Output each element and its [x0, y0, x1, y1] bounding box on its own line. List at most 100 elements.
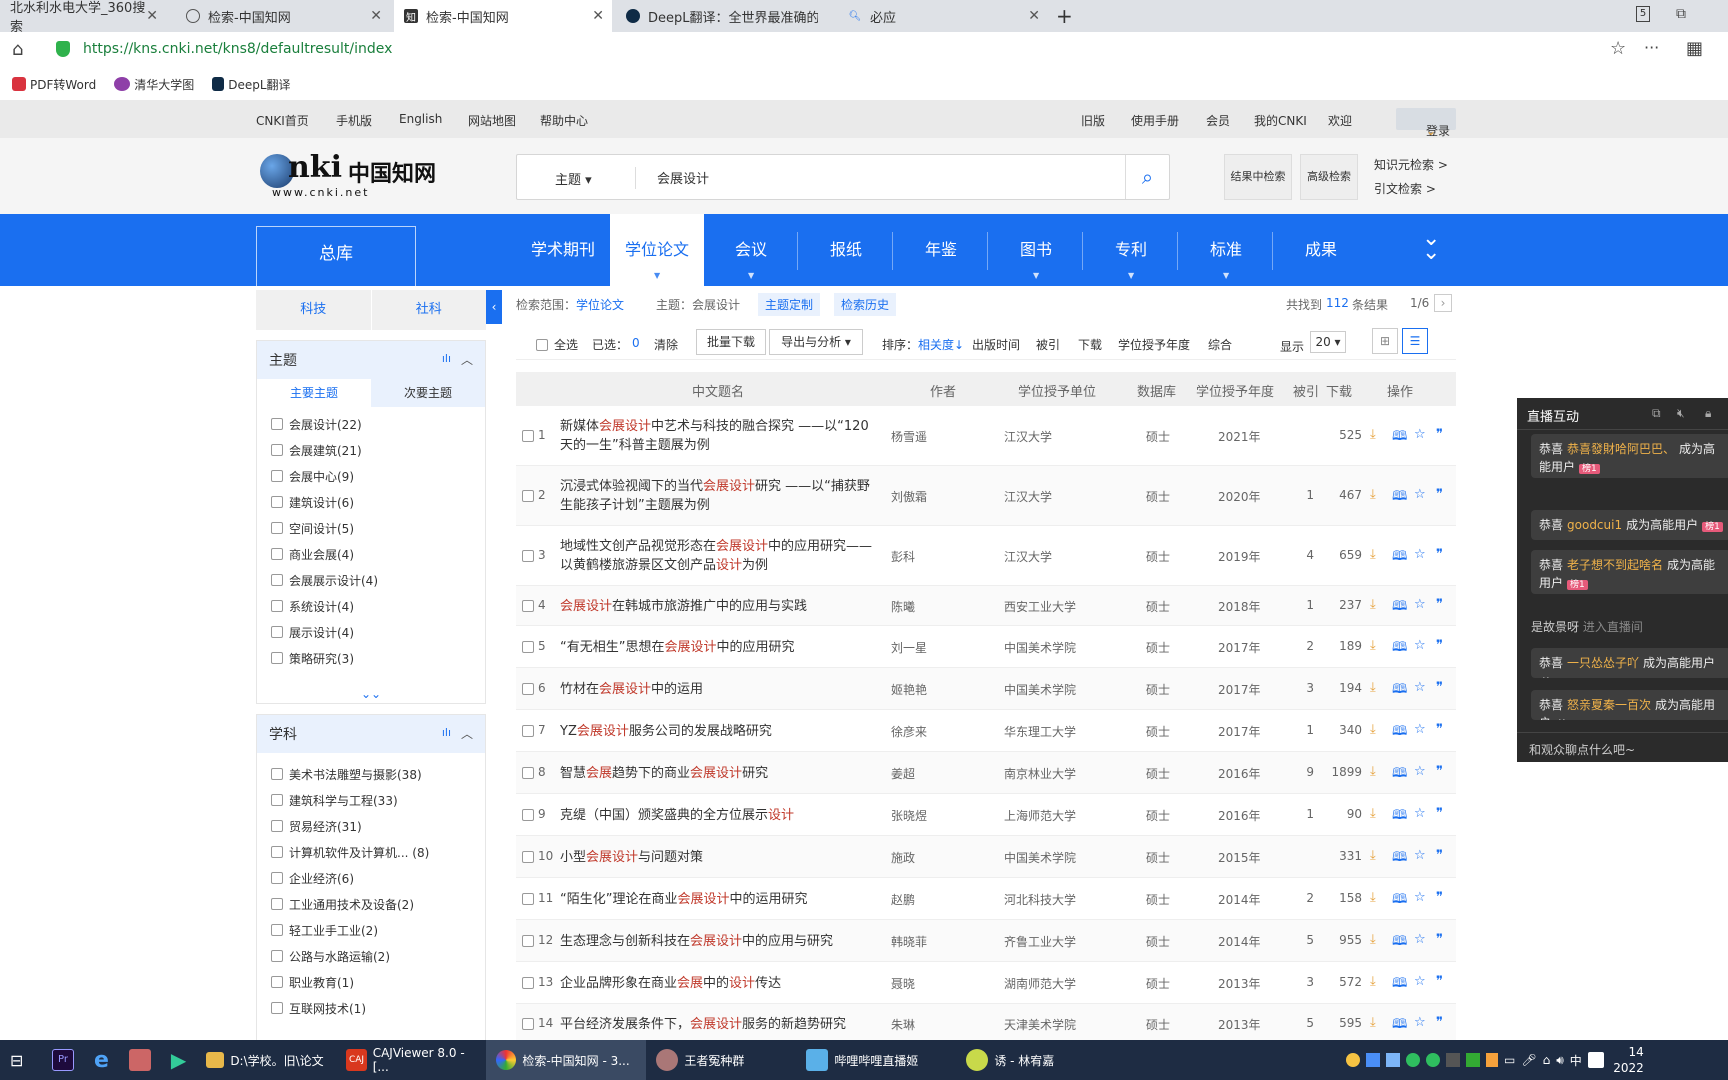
live-message-name[interactable]: 老子想不到起啥名 [1567, 558, 1663, 572]
sort-download[interactable]: 下载 [1078, 336, 1102, 353]
row-title[interactable]: 竹材在会展设计中的运用 [560, 680, 880, 699]
row-unit[interactable]: 中国美术学院 [1004, 639, 1076, 656]
checkbox[interactable] [271, 600, 283, 612]
nav-link[interactable]: English [399, 112, 442, 126]
read-icon[interactable]: 🕮 [1392, 597, 1407, 619]
search-field-select[interactable]: 主题 ▾ [555, 169, 592, 188]
sort-cited[interactable]: 被引 [1036, 336, 1060, 353]
read-icon[interactable]: 🕮 [1392, 848, 1407, 870]
nav-link[interactable]: 旧版 [1081, 112, 1105, 129]
row-checkbox[interactable] [522, 683, 534, 695]
row-author[interactable]: 赵鹏 [891, 891, 915, 908]
row-unit[interactable]: 中国美术学院 [1004, 681, 1076, 698]
browser-tab[interactable]: 检索-中国知网 ✕ [176, 0, 390, 32]
ime-indicator[interactable]: 中 [1570, 1052, 1582, 1069]
download-icon[interactable]: ⤓ [1370, 932, 1376, 947]
ie-icon[interactable]: e [84, 1040, 119, 1080]
category-patent[interactable]: 专利 ▼ [1084, 214, 1178, 286]
tray-icon[interactable] [1446, 1053, 1460, 1067]
facet-item[interactable]: 空间设计(5) [257, 515, 485, 541]
facet-item[interactable]: 建筑设计(6) [257, 489, 485, 515]
topic-custom-button[interactable]: 主题定制 [758, 293, 821, 316]
search-history-button[interactable]: 检索历史 [834, 293, 897, 316]
facet-item[interactable]: 展示设计(4) [257, 619, 485, 645]
browser-tab[interactable]: 北水利水电大学_360搜索 ✕ [0, 0, 166, 35]
row-unit[interactable]: 河北科技大学 [1004, 891, 1076, 908]
scope-value[interactable]: 学位论文 [576, 296, 624, 313]
row-title[interactable]: “陌生化”理论在商业会展设计中的运用研究 [560, 890, 880, 909]
live-chat-input[interactable]: 和观众聊点什么吧~ [1517, 732, 1728, 762]
favorite-icon[interactable]: ☆ [1414, 722, 1426, 737]
favorite-icon[interactable]: ☆ [1414, 487, 1426, 502]
facet-item[interactable]: 会展中心(9) [257, 463, 485, 489]
row-title[interactable]: 克缇（中国）颁奖盛典的全方位展示设计 [560, 806, 880, 825]
wechat-icon[interactable] [1426, 1053, 1440, 1067]
checkbox[interactable] [271, 794, 283, 806]
url-input[interactable]: https://kns.cnki.net/kns8/defaultresult/… [83, 41, 392, 57]
row-unit[interactable]: 江汉大学 [1004, 548, 1052, 565]
facet-item[interactable]: 企业经济(6) [257, 865, 485, 891]
row-checkbox[interactable] [522, 767, 534, 779]
quote-icon[interactable]: ❞ [1436, 427, 1443, 442]
category-achievement[interactable]: 成果 [1274, 214, 1368, 286]
cnki-logo[interactable]: nki 中国知网 www.cnki.net [258, 150, 438, 200]
grid-view-icon[interactable]: ⊞ [1372, 328, 1398, 354]
nav-link[interactable]: 帮助中心 [540, 112, 588, 129]
tray-icon[interactable] [1466, 1053, 1480, 1067]
download-icon[interactable]: ⤓ [1370, 1015, 1376, 1030]
row-author[interactable]: 姬艳艳 [891, 681, 927, 698]
row-author[interactable]: 韩晓菲 [891, 933, 927, 950]
expand-categories-icon[interactable]: ⌄ ⌄ [1422, 228, 1440, 264]
read-icon[interactable]: 🕮 [1392, 1015, 1407, 1037]
read-icon[interactable]: 🕮 [1392, 680, 1407, 702]
checkbox[interactable] [271, 470, 283, 482]
quote-icon[interactable]: ❞ [1436, 487, 1443, 502]
nav-link[interactable]: 使用手册 [1131, 112, 1179, 129]
new-tab-button[interactable]: + [1056, 4, 1073, 28]
browser-tab-active[interactable]: 知 检索-中国知网 ✕ [394, 0, 612, 32]
search-input[interactable]: 会展设计 [657, 168, 709, 187]
chart-icon[interactable]: ılı [442, 352, 451, 365]
restore-icon[interactable]: ⧉ [1676, 6, 1686, 22]
checkbox[interactable] [536, 338, 548, 351]
read-icon[interactable]: 🕮 [1392, 427, 1407, 449]
tab-count-icon[interactable]: 5 [1636, 6, 1650, 22]
row-title[interactable]: 沉浸式体验视阈下的当代会展设计研究 ——以“捕获野生能孩子计划”主题展为例 [560, 477, 880, 515]
checkbox[interactable] [271, 626, 283, 638]
page-size-select[interactable]: 20 ▾ [1310, 331, 1346, 353]
taskbar-explorer[interactable]: D:\学校。旧\论文 [196, 1040, 336, 1080]
row-unit[interactable]: 江汉大学 [1004, 488, 1052, 505]
checkbox[interactable] [271, 768, 283, 780]
favorite-icon[interactable]: ☆ [1414, 638, 1426, 653]
checkbox[interactable] [271, 496, 283, 508]
row-author[interactable]: 刘一星 [891, 639, 927, 656]
next-page-button[interactable]: › [1434, 294, 1452, 312]
sort-comprehensive[interactable]: 综合 [1208, 336, 1232, 353]
bookmark-pdf[interactable]: PDF转Word [12, 76, 96, 93]
quote-icon[interactable]: ❞ [1436, 806, 1443, 821]
live-message-name[interactable]: 一只怂怂子吖 [1567, 656, 1639, 670]
live-message-name[interactable]: 恭喜發財哈阿巴巴、 [1567, 442, 1675, 456]
category-newspaper[interactable]: 报纸 [799, 214, 893, 286]
facet-item[interactable]: 计算机软件及计算机... (8) [257, 839, 485, 865]
facet-item[interactable]: 建筑科学与工程(33) [257, 787, 485, 813]
close-icon[interactable]: ✕ [370, 8, 382, 24]
sort-degree-year[interactable]: 学位授予年度 [1118, 336, 1190, 353]
bookmark-deepl[interactable]: DeepL翻译 [212, 76, 291, 93]
quote-icon[interactable]: ❞ [1436, 974, 1443, 989]
taskbar-bilibili[interactable]: 哔哩哔哩直播姬 [796, 1040, 956, 1080]
download-icon[interactable]: ⤓ [1370, 427, 1376, 442]
row-author[interactable]: 杨雪遥 [891, 428, 927, 445]
favorite-icon[interactable]: ☆ [1414, 806, 1426, 821]
browser-tab[interactable]: DeepL翻译：全世界最准确的 [616, 0, 834, 32]
clear-button[interactable]: 清除 [654, 336, 678, 353]
favorite-icon[interactable]: ☆ [1414, 597, 1426, 612]
home-icon[interactable]: ⌂ [12, 39, 23, 60]
facet-item[interactable]: 工业通用技术及设备(2) [257, 891, 485, 917]
category-standard[interactable]: 标准 ▼ [1179, 214, 1273, 286]
network-icon[interactable]: ⌂ [1543, 1053, 1551, 1067]
row-unit[interactable]: 华东理工大学 [1004, 723, 1076, 740]
popout-icon[interactable]: ⧉ [1652, 406, 1661, 421]
checkbox[interactable] [271, 846, 283, 858]
favorite-icon[interactable]: ☆ [1414, 680, 1426, 695]
